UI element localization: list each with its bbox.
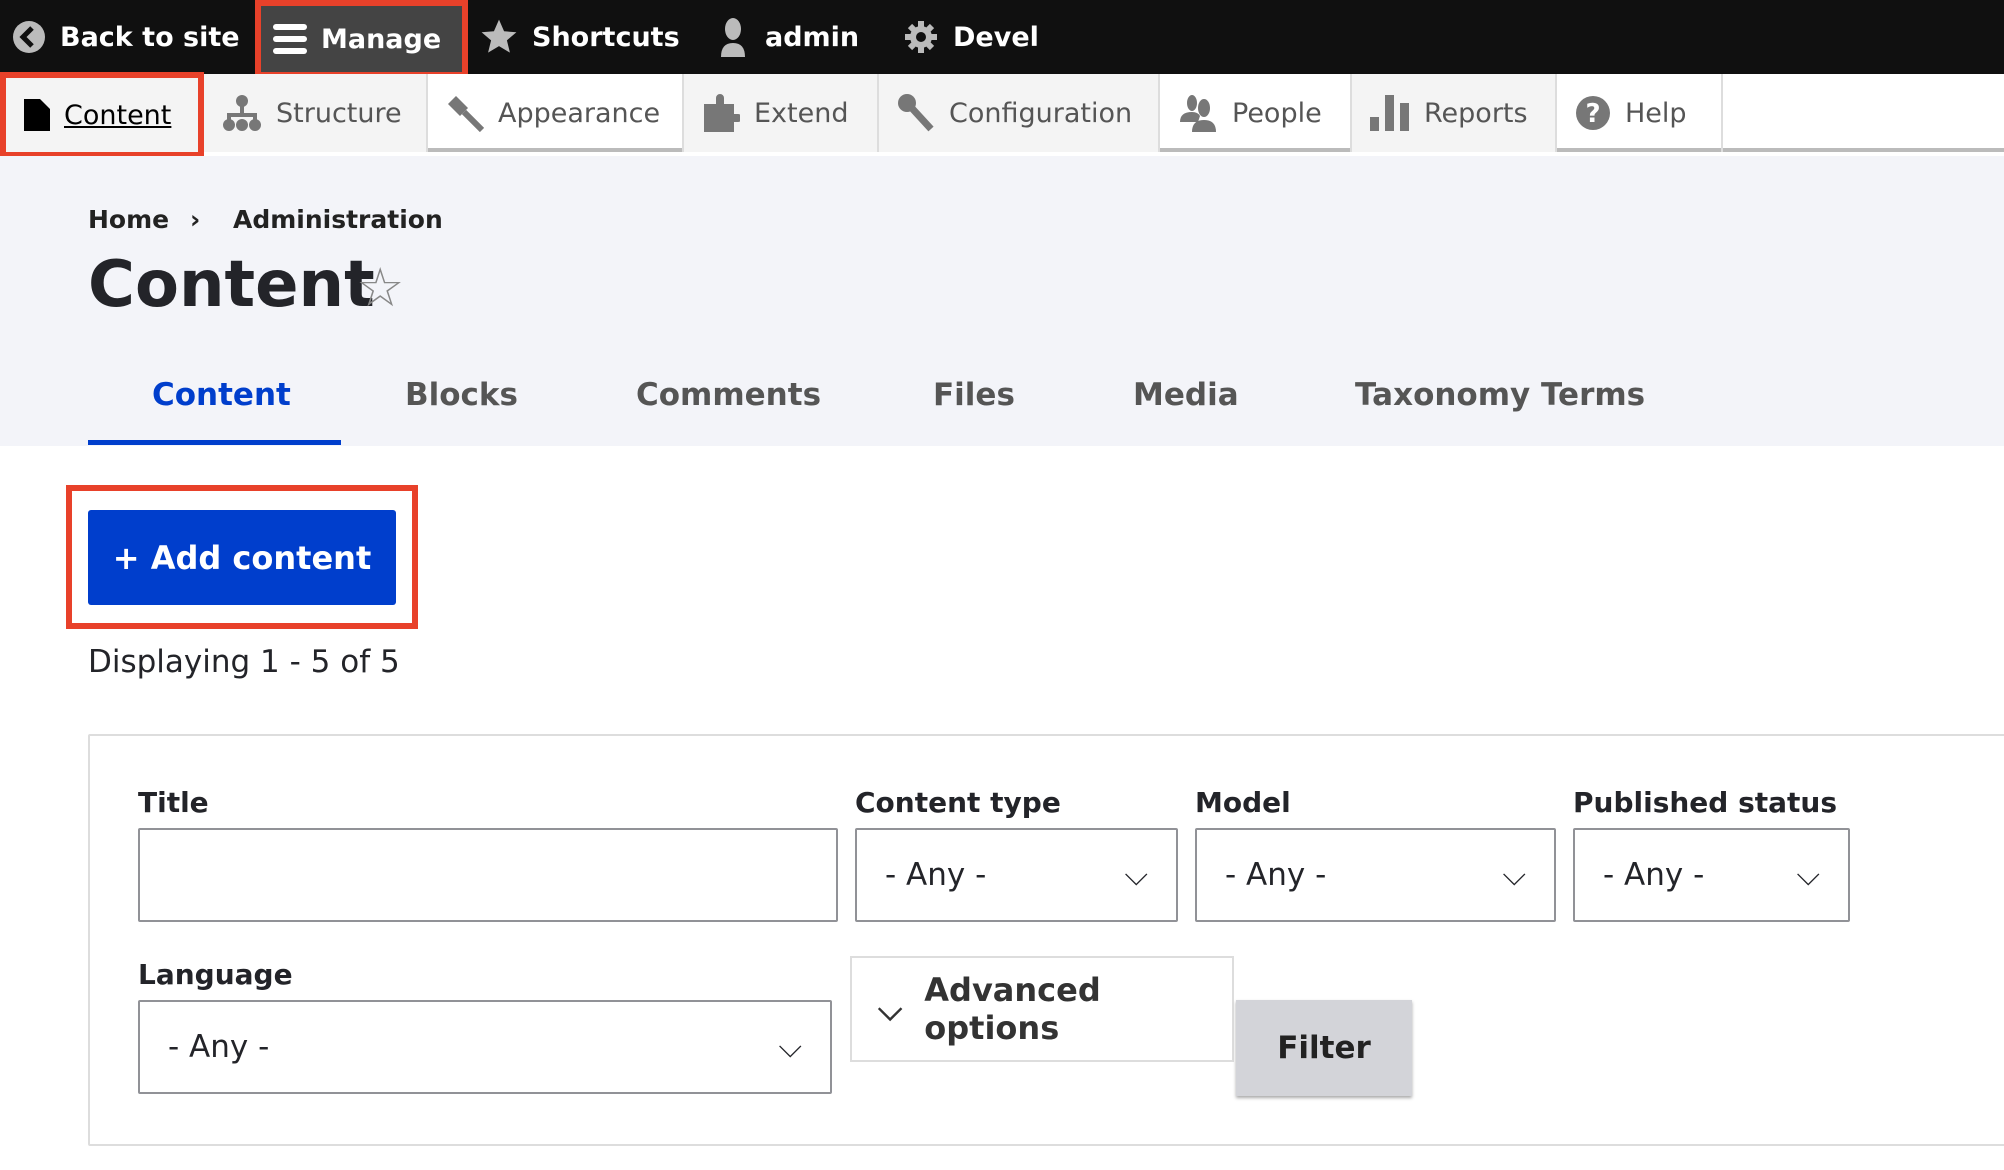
breadcrumb-home[interactable]: Home	[88, 205, 169, 234]
shortcut-star-icon[interactable]: ☆	[356, 256, 404, 319]
tray-item-structure[interactable]: Structure	[204, 74, 428, 152]
content-type-select[interactable]: - Any -⌵	[855, 828, 1178, 922]
chevron-down-icon: ⌵	[779, 1029, 803, 1066]
breadcrumb-separator: ›	[190, 205, 200, 234]
manage-button[interactable]: Manage	[255, 0, 468, 78]
document-icon	[24, 99, 50, 131]
user-icon	[715, 17, 751, 57]
title-input[interactable]	[138, 828, 838, 922]
tray-item-configuration[interactable]: Configuration	[879, 74, 1160, 152]
admin-tray: Content Structure Appearance Extend Conf…	[0, 74, 2004, 152]
active-tab-indicator	[88, 440, 341, 445]
breadcrumb-administration[interactable]: Administration	[233, 205, 443, 234]
content-type-label: Content type	[855, 786, 1061, 819]
tray-item-people[interactable]: People	[1160, 74, 1352, 152]
svg-text:?: ?	[1585, 99, 1600, 129]
chevron-down-icon: ⌵	[1503, 857, 1527, 894]
people-icon	[1178, 94, 1218, 132]
puzzle-icon	[702, 94, 740, 132]
chevron-down-icon: ⌵	[1125, 857, 1149, 894]
wrench-icon	[897, 93, 935, 133]
add-content-button[interactable]: + Add content	[88, 510, 396, 605]
model-label: Model	[1195, 786, 1291, 819]
result-count: Displaying 1 - 5 of 5	[88, 644, 400, 680]
gear-icon	[903, 19, 939, 55]
filter-button[interactable]: Filter	[1236, 1000, 1412, 1096]
shortcuts-button[interactable]: Shortcuts	[480, 0, 680, 74]
star-icon	[480, 18, 518, 56]
published-status-select[interactable]: - Any -⌵	[1573, 828, 1850, 922]
tab-taxonomy-terms[interactable]: Taxonomy Terms	[1355, 377, 1645, 413]
back-to-site-link[interactable]: Back to site	[12, 0, 240, 74]
model-select[interactable]: - Any -⌵	[1195, 828, 1556, 922]
tray-item-content[interactable]: Content	[0, 72, 204, 158]
paintbrush-icon	[446, 94, 484, 132]
tab-blocks[interactable]: Blocks	[405, 377, 518, 413]
tab-files[interactable]: Files	[933, 377, 1015, 413]
tray-item-reports[interactable]: Reports	[1352, 74, 1557, 152]
sitemap-icon	[222, 95, 262, 131]
title-label: Title	[138, 786, 209, 819]
chevron-down-icon: ⌵	[1797, 857, 1821, 894]
tab-comments[interactable]: Comments	[636, 377, 821, 413]
published-status-label: Published status	[1573, 786, 1837, 819]
language-select[interactable]: - Any -⌵	[138, 1000, 832, 1094]
language-label: Language	[138, 958, 293, 991]
help-icon: ?	[1575, 95, 1611, 131]
chevron-down-icon: ⌵	[878, 990, 902, 1029]
tray-item-extend[interactable]: Extend	[684, 74, 879, 152]
advanced-options-toggle[interactable]: ⌵Advanced options	[850, 956, 1234, 1062]
hamburger-icon	[273, 24, 307, 54]
user-button[interactable]: admin	[715, 0, 859, 74]
bar-chart-icon	[1370, 95, 1410, 131]
tray-item-help[interactable]: ? Help	[1557, 74, 1723, 152]
devel-button[interactable]: Devel	[903, 0, 1039, 74]
tray-item-appearance[interactable]: Appearance	[428, 74, 684, 152]
tab-content[interactable]: Content	[152, 377, 291, 413]
tab-media[interactable]: Media	[1133, 377, 1239, 413]
back-arrow-icon	[12, 20, 46, 54]
page-title: Content	[88, 248, 375, 322]
